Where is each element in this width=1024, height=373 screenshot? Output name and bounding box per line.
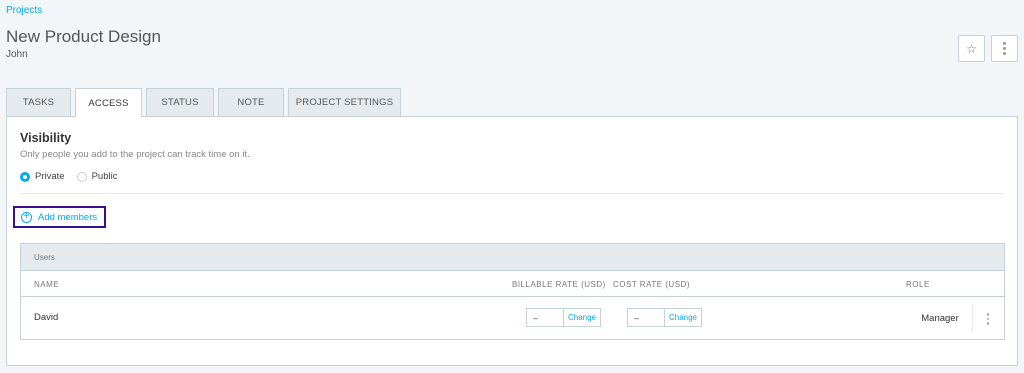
- radio-public[interactable]: Public: [76, 171, 118, 182]
- visibility-radio-group: Private Public: [20, 171, 129, 182]
- cost-rate-change-button[interactable]: Change: [665, 313, 701, 322]
- role-dropdown[interactable]: Manager: [908, 304, 973, 332]
- more-options-button[interactable]: [991, 35, 1018, 62]
- favorite-button[interactable]: ☆: [958, 35, 985, 62]
- billable-rate-change-button[interactable]: Change: [564, 313, 600, 322]
- billable-rate-field: – Change: [526, 308, 601, 327]
- users-group-header: Users: [21, 244, 1004, 271]
- cost-rate-value: –: [628, 309, 665, 326]
- tab-project-settings[interactable]: PROJECT SETTINGS: [288, 88, 401, 116]
- column-name: NAME: [34, 280, 60, 289]
- tab-tasks[interactable]: TASKS: [6, 88, 71, 116]
- table-row: David – Change – Change Manager: [21, 297, 1004, 339]
- visibility-title: Visibility: [20, 131, 72, 145]
- star-icon: ☆: [966, 41, 977, 56]
- radio-private-label: Private: [35, 171, 65, 182]
- add-members-button[interactable]: + Add members: [13, 206, 106, 228]
- tab-note[interactable]: NOTE: [218, 88, 284, 116]
- radio-unchecked-icon: [76, 171, 87, 182]
- radio-public-label: Public: [91, 171, 118, 182]
- radio-checked-icon: [20, 171, 30, 182]
- billable-rate-value: –: [527, 309, 564, 326]
- tab-bar: TASKS ACCESS STATUS NOTE PROJECT SETTING…: [6, 88, 401, 117]
- plus-circle-icon: +: [21, 211, 32, 223]
- member-name: David: [34, 312, 59, 323]
- cost-rate-field: – Change: [627, 308, 702, 327]
- access-panel: Visibility Only people you add to the pr…: [6, 116, 1018, 366]
- radio-private[interactable]: Private: [20, 171, 65, 182]
- divider: [20, 193, 1004, 194]
- users-table: Users NAME BILLABLE RATE (USD) COST RATE…: [20, 243, 1005, 340]
- row-menu-button[interactable]: [983, 310, 993, 328]
- add-members-label: Add members: [38, 211, 98, 223]
- column-role: ROLE: [906, 280, 930, 289]
- column-cost-rate: COST RATE (USD): [613, 280, 690, 289]
- tab-status[interactable]: STATUS: [146, 88, 214, 116]
- more-vertical-icon: [1003, 42, 1006, 55]
- project-client: John: [6, 49, 28, 60]
- breadcrumb-projects[interactable]: Projects: [6, 5, 42, 16]
- page-title: New Product Design: [6, 27, 161, 46]
- tab-access[interactable]: ACCESS: [75, 88, 142, 117]
- column-billable-rate: BILLABLE RATE (USD): [512, 280, 606, 289]
- visibility-description: Only people you add to the project can t…: [20, 149, 250, 160]
- more-vertical-icon: [986, 313, 990, 325]
- column-headers: NAME BILLABLE RATE (USD) COST RATE (USD)…: [21, 271, 1004, 297]
